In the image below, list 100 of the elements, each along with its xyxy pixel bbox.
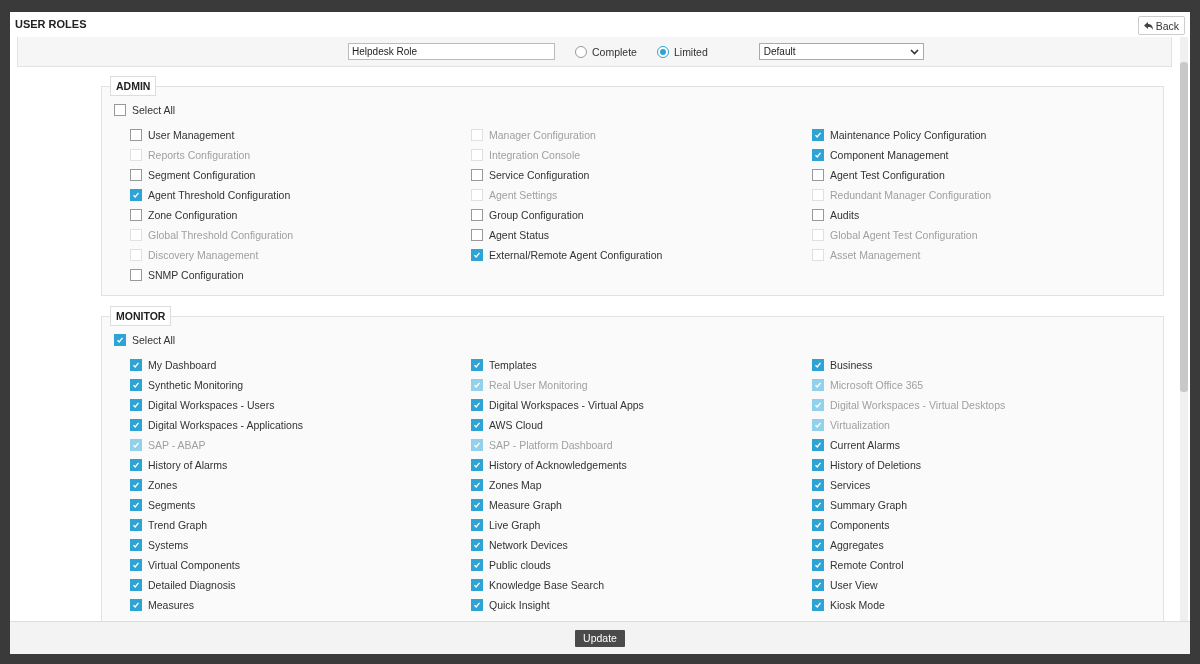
- checkbox[interactable]: [130, 499, 142, 511]
- checkbox[interactable]: [130, 459, 142, 471]
- checkbox[interactable]: [130, 559, 142, 571]
- checkbox-label: Digital Workspaces - Applications: [148, 419, 304, 431]
- checkbox[interactable]: [471, 519, 483, 531]
- checkbox-label: My Dashboard: [148, 359, 217, 371]
- checkbox-label: Zone Configuration: [148, 209, 238, 221]
- checkbox[interactable]: [471, 229, 483, 241]
- checkbox-label: Agent Threshold Configuration: [148, 189, 291, 201]
- checkbox[interactable]: [130, 419, 142, 431]
- checkbox[interactable]: [471, 209, 483, 221]
- back-button[interactable]: Back: [1137, 16, 1185, 35]
- checkbox-label: Services: [830, 479, 871, 491]
- checkbox-label: SAP - Platform Dashboard: [489, 439, 613, 451]
- checkbox-label: Systems: [148, 539, 189, 551]
- checkbox[interactable]: [130, 359, 142, 371]
- checkbox[interactable]: [130, 479, 142, 491]
- checkbox[interactable]: [812, 519, 824, 531]
- checkmark-icon: [814, 521, 822, 529]
- checkbox[interactable]: [130, 579, 142, 591]
- checkbox[interactable]: [130, 599, 142, 611]
- checkbox-label: Group Configuration: [489, 209, 584, 221]
- checkbox[interactable]: [471, 419, 483, 431]
- update-button[interactable]: Update: [575, 629, 625, 647]
- checkbox[interactable]: [130, 169, 142, 181]
- checkbox-label: Virtual Components: [148, 559, 241, 571]
- checkbox-label: Summary Graph: [830, 499, 908, 511]
- role-name-field[interactable]: Helpdesk Role: [348, 43, 555, 60]
- checkbox[interactable]: [812, 359, 824, 371]
- checkbox-label: Asset Management: [830, 249, 921, 261]
- checkmark-icon: [814, 401, 822, 409]
- checkbox-label: Measures: [148, 599, 195, 611]
- checkbox[interactable]: [812, 599, 824, 611]
- checkmark-icon: [132, 481, 140, 489]
- checkbox-label: SNMP Configuration: [148, 269, 244, 281]
- checkmark-icon: [132, 421, 140, 429]
- checkbox[interactable]: [130, 379, 142, 391]
- checkmark-icon: [473, 601, 481, 609]
- checkbox[interactable]: [114, 334, 126, 346]
- checkbox[interactable]: [812, 499, 824, 511]
- radio-button[interactable]: [575, 45, 587, 58]
- checkbox-label: Microsoft Office 365: [830, 379, 924, 391]
- checkbox-label: Detailed Diagnosis: [148, 579, 236, 591]
- checkbox-label: Network Devices: [489, 539, 568, 551]
- radio-button[interactable]: [656, 45, 669, 58]
- checkbox[interactable]: [114, 104, 126, 116]
- checkmark-icon: [814, 441, 822, 449]
- checkbox[interactable]: [130, 539, 142, 551]
- checkbox[interactable]: [812, 579, 824, 591]
- checkbox-label: Digital Workspaces - Users: [148, 399, 275, 411]
- scrollbar-thumb[interactable]: [1180, 62, 1188, 392]
- checkmark-icon: [473, 581, 481, 589]
- checkmark-icon: [132, 461, 140, 469]
- checkbox-label: Virtualization: [830, 419, 890, 431]
- checkbox[interactable]: [130, 189, 142, 201]
- checkbox[interactable]: [130, 269, 142, 281]
- checkmark-icon: [814, 461, 822, 469]
- checkbox[interactable]: [471, 359, 483, 371]
- checkmark-icon: [814, 561, 822, 569]
- checkbox-label: Agent Status: [489, 229, 550, 241]
- checkmark-icon: [814, 601, 822, 609]
- checkbox[interactable]: [471, 399, 483, 411]
- checkmark-icon: [132, 521, 140, 529]
- checkmark-icon: [473, 381, 481, 389]
- checkbox[interactable]: [812, 129, 824, 141]
- checkbox[interactable]: [812, 559, 824, 571]
- page-title: USER ROLES: [15, 18, 87, 30]
- checkbox-label: Trend Graph: [148, 519, 208, 531]
- checkbox[interactable]: [471, 459, 483, 471]
- checkmark-icon: [132, 441, 140, 449]
- checkbox[interactable]: [471, 169, 483, 181]
- dropdown[interactable]: Default: [758, 43, 924, 60]
- checkbox[interactable]: [471, 499, 483, 511]
- checkmark-icon: [132, 361, 140, 369]
- checkbox[interactable]: [130, 399, 142, 411]
- checkbox[interactable]: [812, 169, 824, 181]
- checkbox-label: AWS Cloud: [489, 419, 543, 431]
- checkmark-icon: [473, 541, 481, 549]
- checkbox[interactable]: [471, 599, 483, 611]
- scrollbar[interactable]: [1180, 37, 1188, 621]
- checkbox[interactable]: [812, 479, 824, 491]
- checkbox[interactable]: [471, 249, 483, 261]
- checkbox[interactable]: [130, 129, 142, 141]
- checkbox[interactable]: [812, 209, 824, 221]
- checkbox[interactable]: [812, 149, 824, 161]
- checkbox[interactable]: [812, 459, 824, 471]
- checkbox[interactable]: [471, 539, 483, 551]
- section-title: ADMIN: [110, 76, 157, 96]
- checkbox[interactable]: [130, 209, 142, 221]
- checkbox[interactable]: [471, 479, 483, 491]
- checkmark-icon: [473, 251, 481, 259]
- checkbox[interactable]: [471, 579, 483, 591]
- checkbox[interactable]: [471, 559, 483, 571]
- checkbox[interactable]: [812, 539, 824, 551]
- checkbox[interactable]: [812, 439, 824, 451]
- checkbox-label: Select All: [132, 334, 176, 346]
- chevron-down-icon: [909, 48, 919, 55]
- checkbox[interactable]: [130, 519, 142, 531]
- checkbox-label: Business: [830, 359, 873, 371]
- checkmark-icon: [814, 481, 822, 489]
